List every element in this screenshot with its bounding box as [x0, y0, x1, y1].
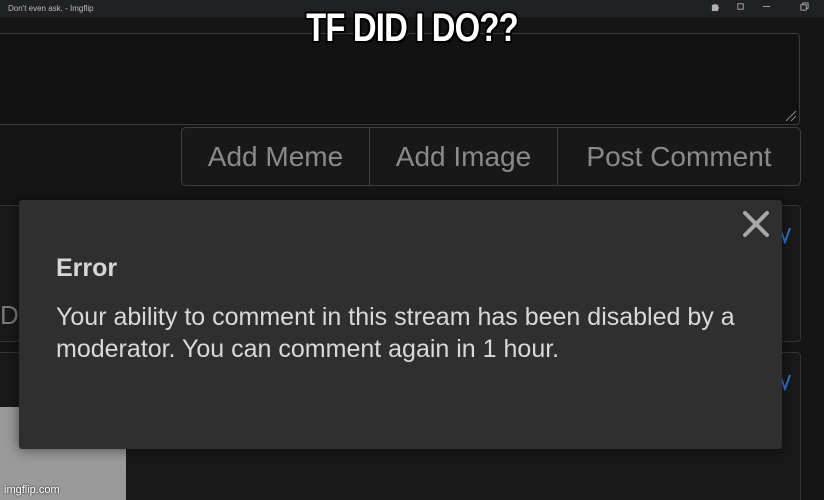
comment-action-buttons: Add Meme Add Image Post Comment — [181, 127, 801, 186]
window-control-icon[interactable] — [758, 0, 774, 17]
screenshot: Don't even ask. - Imgflip Add Meme Add I… — [0, 0, 824, 500]
post-comment-button[interactable]: Post Comment — [558, 128, 800, 185]
resize-grip-icon[interactable] — [783, 108, 797, 122]
add-image-button[interactable]: Add Image — [370, 128, 558, 185]
imgflip-watermark: imgflip.com — [4, 484, 60, 496]
restore-icon[interactable] — [796, 0, 812, 17]
dialog-title: Error — [56, 254, 118, 282]
dialog-message: Your ability to comment in this stream h… — [56, 303, 735, 363]
partial-text: D — [0, 300, 19, 330]
add-meme-button[interactable]: Add Meme — [182, 128, 370, 185]
error-dialog: Error Your ability to comment in this st… — [19, 200, 782, 449]
close-icon[interactable] — [740, 208, 772, 240]
meme-caption: TF DID I DO?? — [306, 6, 518, 50]
